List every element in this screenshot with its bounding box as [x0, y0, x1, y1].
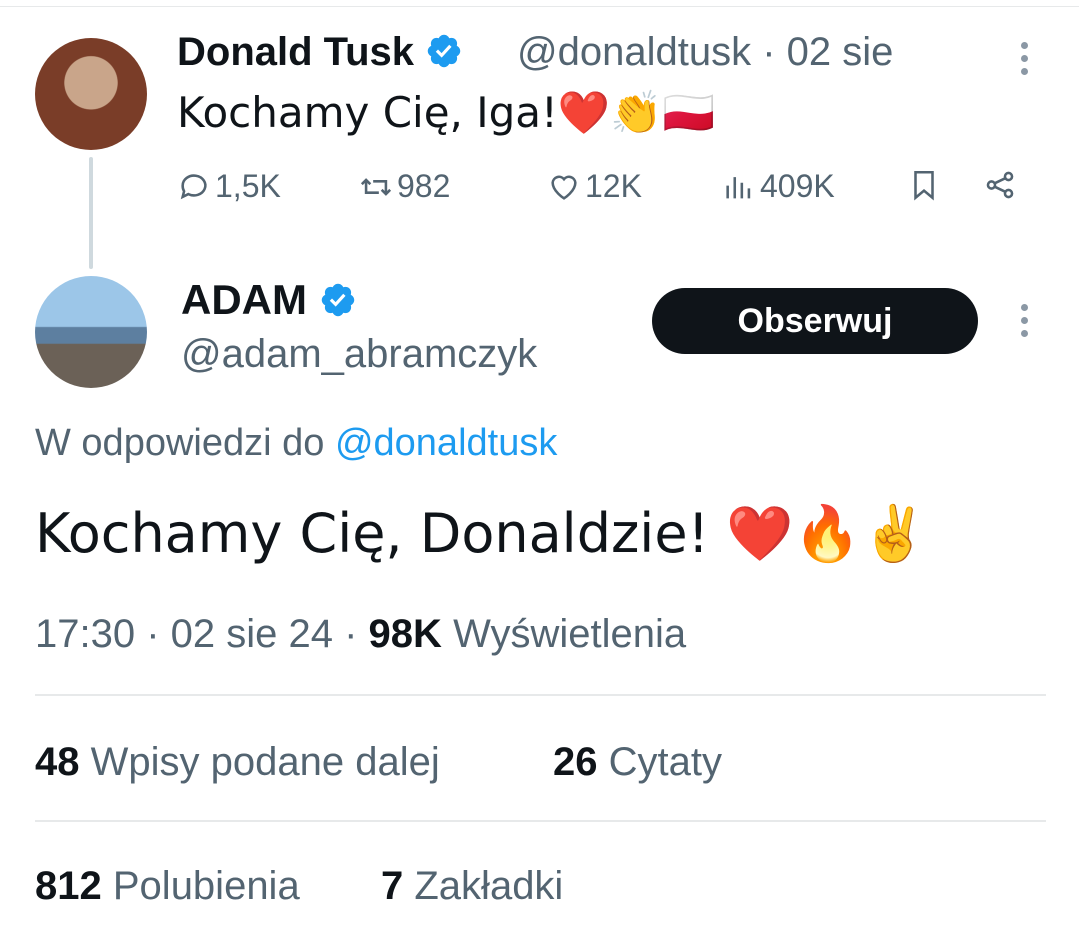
bookmark-button[interactable]: [907, 168, 941, 202]
parent-tweet-text: Kochamy Cię, Iga!❤️👏🇵🇱: [177, 88, 715, 137]
main-handle[interactable]: @adam_abramczyk: [181, 332, 537, 377]
share-icon: [986, 171, 1014, 199]
views-label: Wyświetlenia: [453, 612, 687, 656]
likes-stat[interactable]: 812 Polubienia: [35, 864, 300, 909]
main-tweet-text: Kochamy Cię, Donaldzie! ❤️🔥✌️: [35, 502, 929, 565]
tweet-meta: 17:30 · 02 sie 24 · 98K Wyświetlenia: [35, 612, 686, 657]
reposts-stat[interactable]: 48 Wpisy podane dalej: [35, 740, 440, 785]
verified-badge-icon: [427, 34, 461, 68]
heart-icon: [551, 175, 577, 200]
divider: [35, 694, 1046, 696]
timestamp[interactable]: 17:30 · 02 sie 24 ·: [35, 612, 357, 656]
views-count: 98K: [368, 612, 442, 656]
bookmarks-stat[interactable]: 7 Zakładki: [381, 864, 563, 909]
main-author-name[interactable]: ADAM: [181, 276, 357, 324]
parent-action-bar: 1,5K 982 12K 409K: [177, 168, 1037, 220]
repost-icon: [360, 177, 392, 196]
verified-badge-icon: [321, 283, 354, 317]
parent-handle-date[interactable]: @donaldtusk · 02 sie: [517, 30, 893, 75]
reply-icon: [180, 173, 207, 199]
like-button[interactable]: 12K: [547, 168, 642, 205]
reply-context: W odpowiedzi do @donaldtusk: [35, 422, 558, 464]
main-more-menu-icon[interactable]: [1019, 304, 1029, 343]
reply-mention-link[interactable]: @donaldtusk: [335, 422, 557, 464]
avatar-adam[interactable]: [35, 276, 147, 388]
views-chart-icon: [726, 176, 751, 198]
top-divider: [0, 6, 1079, 7]
share-button[interactable]: [983, 168, 1017, 202]
follow-button[interactable]: Obserwuj: [652, 288, 978, 354]
views-button[interactable]: 409K: [722, 168, 835, 205]
bookmark-icon: [914, 170, 934, 201]
parent-more-menu-icon[interactable]: [1019, 42, 1029, 81]
repost-button[interactable]: 982: [359, 168, 450, 205]
thread-line: [89, 157, 93, 269]
parent-author-name[interactable]: Donald Tusk: [177, 30, 463, 75]
reply-button[interactable]: 1,5K: [177, 168, 281, 205]
avatar-donald-tusk[interactable]: [35, 38, 147, 150]
quotes-stat[interactable]: 26 Cytaty: [553, 740, 722, 785]
divider: [35, 820, 1046, 822]
